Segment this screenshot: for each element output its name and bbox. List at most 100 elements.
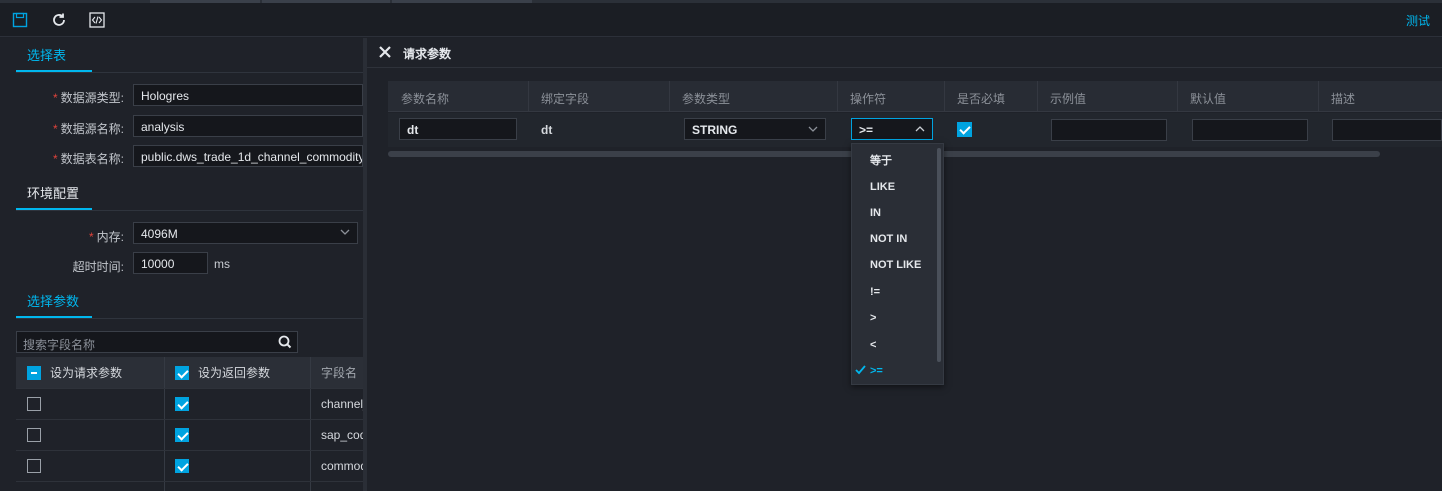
toolbar: 测试 [0,3,1442,37]
col-sep [310,482,311,491]
field-name: channel_ [321,397,363,411]
memory-value: 4096M [141,227,178,241]
return-checkbox[interactable] [175,397,189,411]
save-icon[interactable] [9,9,31,31]
return-checkbox[interactable] [175,459,189,473]
col-sep [164,357,165,388]
panel-header: 请求参数 [367,38,1442,68]
col-sep [310,451,311,481]
operator-option[interactable]: != [852,279,937,305]
field-name: commod [321,459,363,473]
header-example: 示例值 [1050,92,1087,106]
col-sep [944,81,945,112]
operator-option[interactable]: > [852,305,937,331]
header-required: 是否必填 [957,92,1006,106]
table-row: sap_cod [16,420,363,451]
code-icon[interactable] [86,9,108,31]
col-sep [1177,81,1178,112]
select-params-title[interactable]: 选择参数 [27,291,79,310]
datasource-type-label: * 数据源类型: [52,91,124,105]
col-sep [164,451,165,481]
param-type-select[interactable]: STRING [684,118,826,140]
col-sep [310,420,311,450]
section-divider [16,210,363,211]
header-description: 描述 [1331,92,1356,106]
col-sep [164,420,165,450]
description-input[interactable] [1332,119,1442,141]
search-placeholder: 搜索字段名称 [23,338,96,352]
col-field-label: 字段名 [321,366,358,380]
return-header-cell[interactable]: 设为返回参数 [175,357,270,388]
request-checkbox[interactable] [27,397,41,411]
col-sep [528,81,529,112]
refresh-icon[interactable] [48,9,70,31]
panel-title: 请求参数 [403,47,452,61]
operator-select[interactable]: >= [851,118,933,140]
header-operator: 操作符 [850,92,887,106]
request-checkbox[interactable] [27,459,41,473]
operator-option[interactable]: NOT IN [852,226,937,252]
memory-select[interactable]: 4096M [133,222,358,244]
timeout-label: 超时时间: [72,260,124,274]
col-sep [1318,81,1319,112]
col-sep [164,482,165,491]
operator-option[interactable]: IN [852,200,937,226]
col-sep [164,389,165,419]
operator-dropdown: 等于 LIKE IN NOT IN NOT LIKE != > < >= [851,143,944,385]
search-icon[interactable] [277,334,293,350]
table-header: 设为请求参数 设为返回参数 字段名 [16,357,363,389]
datasource-name-field[interactable]: analysis [133,115,363,137]
memory-label: * 内存: [88,230,124,244]
datasource-type-field[interactable]: Hologres [133,84,363,106]
operator-option-label: >= [870,365,883,377]
close-icon[interactable] [378,45,392,59]
header-param-name: 参数名称 [401,92,450,106]
header-bound-field: 绑定字段 [541,92,590,106]
operator-option[interactable]: NOT LIKE [852,252,937,278]
return-checkbox[interactable] [175,428,189,442]
chevron-down-icon [339,226,351,241]
request-all-checkbox[interactable] [27,365,41,380]
table-row: channel_ [16,389,363,420]
header-default: 默认值 [1190,92,1227,106]
col-sep [669,81,670,112]
bound-field-value: dt [541,123,553,137]
operator-option-selected[interactable]: >= [852,358,937,384]
left-panel: 选择表 * 数据源类型: Hologres * 数据源名称: analysis * 数… [0,38,363,491]
default-input[interactable] [1192,119,1308,141]
chevron-up-icon [914,123,926,138]
test-button[interactable]: 测试 [1406,12,1430,29]
params-table-header: 参数名称 绑定字段 参数类型 操作符 是否必填 示例值 默认值 描述 [388,81,1442,112]
table-row: commod [16,451,363,482]
operator-option[interactable]: < [852,332,937,358]
param-name-input[interactable]: dt [399,118,517,140]
select-table-title[interactable]: 选择表 [27,45,66,64]
col-sep [310,357,311,388]
operator-option[interactable]: 等于 [852,147,937,173]
table-row [16,482,363,491]
col-sep [1037,81,1038,112]
env-config-title[interactable]: 环境配置 [27,183,79,202]
timeout-field[interactable]: 10000 [133,252,208,274]
datasource-name-label: * 数据源名称: [52,122,124,136]
chevron-down-icon [807,123,819,138]
operator-value: >= [859,123,874,137]
search-input[interactable]: 搜索字段名称 [16,331,298,353]
request-checkbox[interactable] [27,428,41,442]
col-request-label: 设为请求参数 [50,366,123,380]
col-sep [310,389,311,419]
example-input[interactable] [1051,119,1167,141]
header-param-type: 参数类型 [682,92,731,106]
param-type-value: STRING [692,123,738,137]
col-sep [837,81,838,112]
required-checkbox-wrap [957,122,972,140]
operator-option[interactable]: LIKE [852,174,937,200]
return-all-checkbox[interactable] [175,365,189,380]
section-divider [16,72,363,73]
request-header-cell[interactable]: 设为请求参数 [27,357,122,388]
dropdown-scrollbar[interactable] [937,148,941,362]
required-checkbox[interactable] [957,122,972,137]
section-divider [16,318,363,319]
field-name: sap_cod [321,428,363,442]
table-name-field[interactable]: public.dws_trade_1d_channel_commodity_se… [133,145,363,167]
